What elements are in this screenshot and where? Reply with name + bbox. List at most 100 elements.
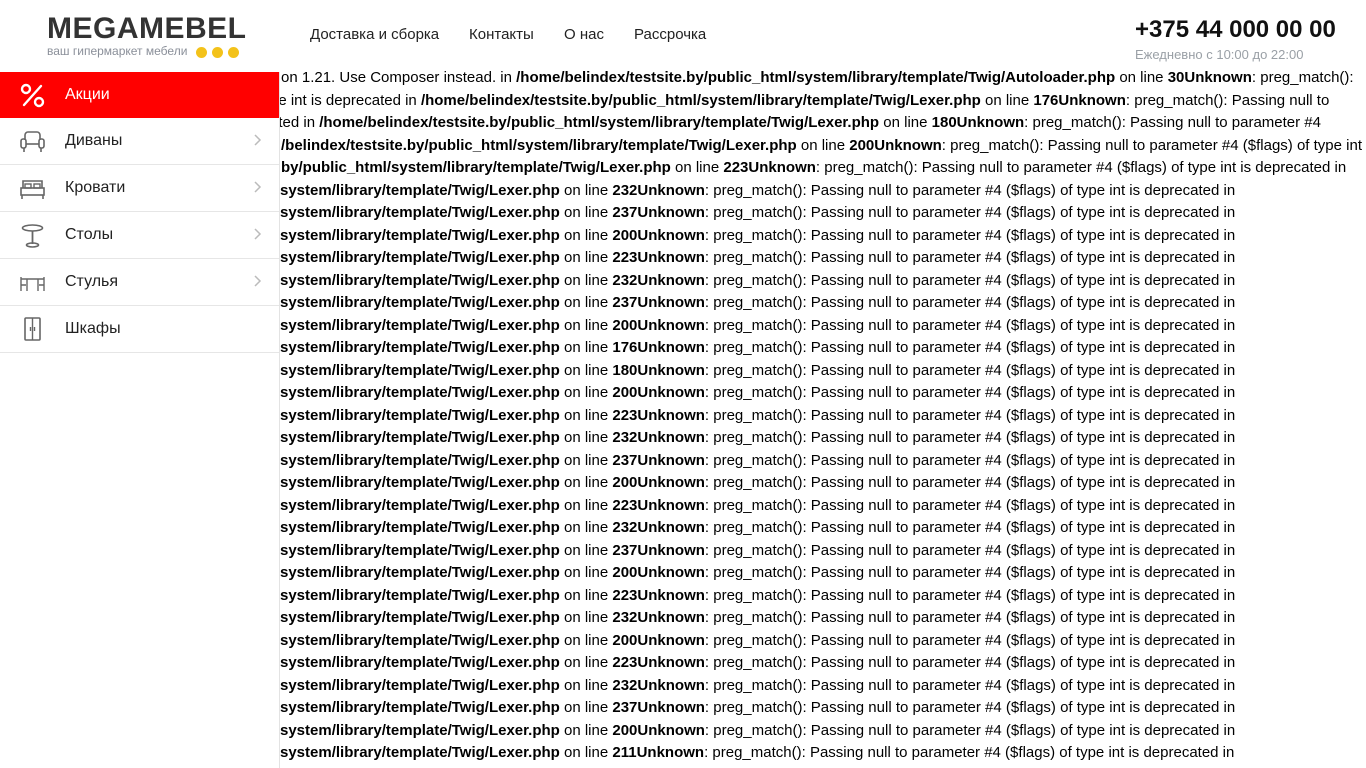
error-line-number: 200Unknown [849,136,942,154]
error-line: pe int is deprecated in /home/belindex/t… [280,90,1329,112]
error-text: pe int is deprecated in [280,91,421,109]
logo-dot [212,47,223,58]
sidebar-item-label: Столы [65,226,114,243]
chairs-icon [20,277,45,291]
error-text: on line [1115,69,1168,86]
error-message: : preg_match(): Passing null to paramete… [704,226,1236,244]
error-message: : preg_match(): Passing null to paramete… [704,451,1236,469]
nav-delivery[interactable]: Доставка и сборка [310,26,439,43]
error-line-number: 232Unknown [612,676,705,694]
error-text: on line [559,339,613,356]
error-file-path: system/library/template/Twig/Lexer.php [280,249,560,266]
error-text: on line [559,721,613,739]
error-text: on line [559,226,613,244]
error-line: system/library/template/Twig/Lexer.php o… [280,292,1235,314]
error-line: system/library/template/Twig/Lexer.php o… [280,315,1235,337]
sidebar-item-label: Акции [65,86,110,103]
error-message: : preg_match(): Passing null to paramete… [704,384,1236,401]
error-file-path: /belindex/testsite.by/public_html/system… [281,136,797,154]
error-message: : preg_match(): Passing null to paramete… [704,361,1236,379]
error-text: on line [559,496,613,514]
error-message: : preg_match(): Passing null to paramete… [704,699,1236,716]
error-text: on line [559,519,613,536]
error-message: : preg_match(): Passing null to paramete… [704,519,1236,536]
error-line-number: 200Unknown [612,564,705,581]
error-text: on line [559,451,613,469]
error-file-path: system/library/template/Twig/Lexer.php [280,564,560,581]
error-message: : preg_match(): Passing null to paramete… [704,496,1236,514]
phone-number[interactable]: +375 44 000 00 00 [1135,16,1336,44]
error-file-path: system/library/template/Twig/Lexer.php [280,406,560,424]
error-line: system/library/template/Twig/Lexer.php o… [280,540,1235,562]
working-hours: Ежедневно с 10:00 до 22:00 [1135,47,1304,62]
error-message: : preg_match(): Passing null to paramete… [704,744,1235,761]
sidebar-item-sofas[interactable]: Диваны [0,118,279,165]
chevron-right-icon [254,181,262,193]
error-message: : preg_match(): Passing null to paramete… [704,654,1236,671]
error-text: on line [559,429,613,446]
chevron-right-icon [254,228,262,240]
error-file-path: system/library/template/Twig/Lexer.php [280,699,560,716]
error-file-path: /home/belindex/testsite.by/public_html/s… [319,114,880,131]
error-file-path: system/library/template/Twig/Lexer.php [280,474,560,491]
error-message: : preg_match(): Passing null to paramete… [704,204,1236,221]
error-file-path: system/library/template/Twig/Lexer.php [280,361,560,379]
error-line: system/library/template/Twig/Lexer.php o… [280,180,1235,202]
error-text: on line [796,136,850,154]
error-file-path: system/library/template/Twig/Lexer.php [280,654,560,671]
error-line-number: 200Unknown [612,384,705,401]
error-line-number: 237Unknown [612,294,705,311]
error-message: : preg_match(): Passing null to paramete… [1024,114,1321,131]
logo-wordmark: MEGAMEBEL [47,12,247,45]
error-text: on line [559,541,613,559]
error-message: : preg_match(): Passing null to paramete… [704,429,1236,446]
error-line-number: 176Unknown [1033,91,1126,109]
error-text: on line [559,699,613,716]
sidebar-item-wardrobes[interactable]: Шкафы [0,306,279,353]
sidebar-item-beds[interactable]: Кровати [0,165,279,212]
error-text: on line [559,181,613,199]
bed-icon [20,180,45,199]
error-line-number: 200Unknown [612,226,705,244]
error-line-number: 180Unknown [612,361,705,379]
error-message: : preg_match(): Passing null to paramete… [704,249,1236,266]
nav-installment[interactable]: Рассрочка [634,26,706,43]
error-line: system/library/template/Twig/Lexer.php o… [280,720,1235,742]
top-navigation: Доставка и сборка Контакты О нас Рассроч… [280,0,1100,72]
error-line-number: 223Unknown [612,586,705,604]
error-line: system/library/template/Twig/Lexer.php o… [280,742,1234,764]
sidebar-item-tables[interactable]: Столы [0,212,279,259]
error-file-path: system/library/template/Twig/Lexer.php [280,181,560,199]
error-text: on line [559,744,613,761]
error-file-path: system/library/template/Twig/Lexer.php [280,586,560,604]
error-file-path: system/library/template/Twig/Lexer.php [280,384,560,401]
error-line: system/library/template/Twig/Lexer.php o… [280,337,1235,359]
error-text: on line [559,474,613,491]
error-file-path: system/library/template/Twig/Lexer.php [280,676,560,694]
error-line-number: 176Unknown [612,339,705,356]
error-text: on line [559,676,613,694]
error-text: on line [879,114,932,131]
error-message: : preg_match(): Passing null to paramete… [941,136,1362,154]
error-line-number: 200Unknown [612,721,705,739]
error-line-number: 232Unknown [612,181,705,199]
wardrobe-icon [24,317,41,341]
site-logo[interactable]: MEGAMEBEL ваш гипермаркет мебели [0,0,279,72]
sidebar-item-chairs[interactable]: Стулья [0,259,279,306]
error-text: on line [559,294,613,311]
error-file-path: system/library/template/Twig/Lexer.php [280,744,560,761]
error-file-path: system/library/template/Twig/Lexer.php [280,609,560,626]
sidebar-item-sales[interactable]: Акции [0,72,279,118]
error-text: on line [559,271,613,289]
nav-contacts[interactable]: Контакты [469,26,534,43]
sidebar-item-label: Шкафы [65,320,121,337]
error-line: system/library/template/Twig/Lexer.php o… [280,202,1235,224]
error-line: system/library/template/Twig/Lexer.php o… [280,562,1235,584]
error-line-number: 211Unknown [612,744,705,761]
chevron-right-icon [254,275,262,287]
error-line: system/library/template/Twig/Lexer.php o… [280,450,1235,472]
error-line-number: 232Unknown [612,609,705,626]
nav-about[interactable]: О нас [564,26,604,43]
error-text: on line [670,159,724,176]
logo-tagline: ваш гипермаркет мебели [47,44,188,58]
